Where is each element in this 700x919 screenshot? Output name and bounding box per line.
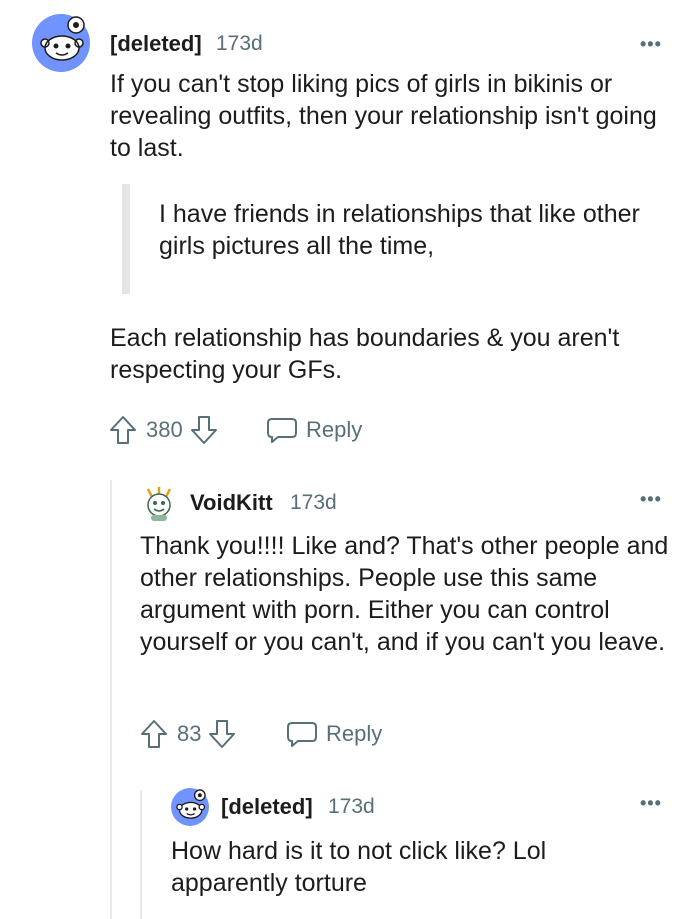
more-options-icon: ••• bbox=[640, 34, 662, 54]
vote-score: 83 bbox=[177, 721, 202, 746]
snoo-avatar-icon bbox=[32, 14, 90, 72]
more-options-button[interactable]: ••• bbox=[640, 489, 662, 510]
vote-controls: 83 bbox=[139, 716, 237, 752]
blockquote-text: I have friends in relationships that lik… bbox=[159, 200, 640, 260]
comment-author[interactable]: [deleted] bbox=[110, 31, 202, 57]
vote-controls: 380 bbox=[108, 412, 219, 448]
comment-body-paragraph: Each relationship has boundaries & you a… bbox=[110, 324, 620, 384]
reply-button[interactable]: Reply bbox=[286, 716, 382, 752]
comment-body-paragraph: If you can't stop liking pics of girls i… bbox=[110, 70, 657, 162]
reply-label: Reply bbox=[306, 417, 363, 442]
downvote-button[interactable] bbox=[189, 414, 219, 446]
comment-author[interactable]: [deleted] bbox=[221, 794, 313, 820]
more-options-icon: ••• bbox=[640, 489, 662, 509]
comment-avatar[interactable] bbox=[171, 788, 209, 826]
thread-line-level-2[interactable] bbox=[140, 790, 142, 919]
comment-reply-icon bbox=[287, 722, 317, 747]
downvote-icon bbox=[209, 720, 236, 748]
comment-avatar[interactable] bbox=[32, 14, 90, 72]
upvote-icon bbox=[141, 720, 167, 748]
thread-line-level-1[interactable] bbox=[110, 480, 112, 919]
comment-timestamp: 173d bbox=[216, 32, 263, 55]
comment-reply-icon bbox=[267, 418, 297, 443]
blockquote-bar bbox=[122, 184, 130, 294]
reply-label: Reply bbox=[326, 721, 383, 746]
downvote-button[interactable] bbox=[207, 718, 237, 750]
comment-body-paragraph: Thank you!!!! Like and? That's other peo… bbox=[140, 532, 669, 656]
comment-timestamp: 173d bbox=[290, 491, 337, 514]
more-options-icon: ••• bbox=[640, 793, 662, 813]
upvote-button[interactable] bbox=[108, 414, 138, 446]
more-options-button[interactable]: ••• bbox=[640, 34, 662, 55]
upvote-button[interactable] bbox=[139, 718, 169, 750]
comment-author[interactable]: VoidKitt bbox=[190, 490, 273, 516]
upvote-icon bbox=[110, 416, 136, 444]
downvote-icon bbox=[190, 416, 217, 444]
more-options-button[interactable]: ••• bbox=[640, 793, 662, 814]
comment-avatar[interactable] bbox=[140, 485, 178, 523]
comment-timestamp: 173d bbox=[328, 795, 375, 818]
vote-score: 380 bbox=[146, 417, 183, 442]
comment-body-paragraph: How hard is it to not click like? Lol ap… bbox=[171, 837, 547, 897]
voidkitt-avatar-icon bbox=[146, 487, 172, 521]
reply-button[interactable]: Reply bbox=[266, 412, 362, 448]
snoo-avatar-icon bbox=[171, 788, 209, 826]
